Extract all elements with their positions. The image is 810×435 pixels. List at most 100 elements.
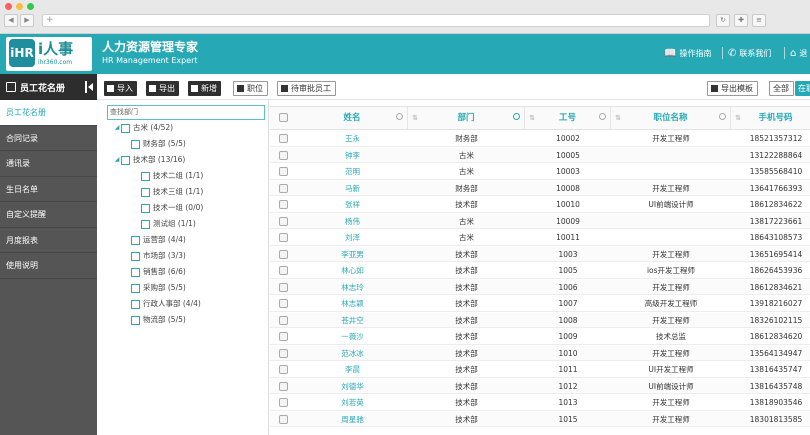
column-header-id[interactable]: ⇅ 工号 (525, 107, 611, 129)
cell-name[interactable]: 周星驰 (297, 412, 408, 427)
logo[interactable]: iHR i人事 ihr360.com (6, 37, 92, 71)
tree-node[interactable]: 物流部 (5/5) (123, 314, 186, 326)
column-header-name[interactable]: 姓名 (297, 107, 408, 129)
cell-name[interactable]: 范明 (297, 164, 408, 179)
search-icon[interactable] (513, 113, 520, 120)
tree-node-checkbox[interactable] (141, 219, 150, 229)
table-row[interactable]: 林志玲 技术部 1006 开发工程师 18612834621 (270, 279, 810, 296)
sidebar-item[interactable]: 使用说明 (0, 253, 97, 279)
position-button[interactable]: 职位 (233, 81, 268, 96)
table-row[interactable]: 刘德华 技术部 1012 UI前端设计师 13816435748 (270, 378, 810, 395)
bookmark-icon[interactable]: ✚ (734, 14, 748, 27)
row-checkbox[interactable] (279, 266, 288, 275)
sort-icon[interactable]: ⇅ (735, 114, 741, 122)
logout-link[interactable]: ⌂ 退 (790, 48, 807, 59)
cell-name[interactable]: 刘若英 (297, 395, 408, 410)
add-employee-button[interactable]: 新增 (188, 81, 221, 96)
row-checkbox[interactable] (279, 216, 288, 226)
cell-name[interactable]: 李晨 (297, 362, 408, 377)
table-row[interactable]: 李晨 技术部 1011 UI开发工程师 13816435747 (270, 362, 810, 378)
search-icon[interactable] (396, 113, 403, 120)
collapse-sidebar-icon[interactable] (85, 81, 93, 93)
row-checkbox[interactable] (279, 233, 288, 242)
column-header-dept[interactable]: ⇅ 部门 (408, 107, 525, 129)
new-tab-icon[interactable]: + (46, 15, 54, 26)
cell-name[interactable]: 张祥 (297, 197, 408, 212)
cell-name[interactable]: 林心如 (297, 263, 408, 278)
tree-node-checkbox[interactable] (121, 155, 130, 165)
tree-node[interactable]: 运营部 (4/4) (123, 234, 186, 246)
department-search-input[interactable]: 查找部门 (107, 105, 265, 120)
table-row[interactable]: 一薇沙 技术部 1009 技术总监 18612834620 (270, 329, 810, 345)
row-checkbox[interactable] (279, 282, 288, 292)
tree-node-checkbox[interactable] (131, 251, 140, 261)
table-row[interactable]: 林志颖 技术部 1007 高级开发工程师 13918216027 (270, 296, 810, 312)
cell-name[interactable]: 林志颖 (297, 296, 408, 311)
cell-name[interactable]: 刘泽 (297, 230, 408, 245)
row-checkbox[interactable] (279, 365, 288, 374)
cell-name[interactable]: 刘德华 (297, 379, 408, 394)
table-row[interactable]: 范明 古米 10003 13585568410 (270, 164, 810, 180)
cell-name[interactable]: 李亚男 (297, 247, 408, 262)
tree-node[interactable]: 销售部 (6/6) (123, 266, 186, 278)
row-checkbox[interactable] (279, 348, 288, 358)
tree-node[interactable]: 技术二组 (1/1) (133, 170, 203, 182)
maximize-window-button[interactable] (27, 3, 34, 10)
cell-name[interactable]: 苍井空 (297, 313, 408, 328)
cell-name[interactable]: 钟李 (297, 148, 408, 163)
back-button[interactable]: ◀ (4, 14, 18, 27)
cell-name[interactable]: 王永 (297, 131, 408, 146)
table-row[interactable]: 钟李 古米 10005 13122288864 (270, 147, 810, 164)
contact-link[interactable]: ✆ 联系我们 (728, 48, 771, 59)
pending-employees-button[interactable]: 待审批员工 (277, 81, 336, 96)
search-icon[interactable] (599, 113, 606, 120)
tree-node-checkbox[interactable] (121, 123, 130, 133)
table-row[interactable]: 范冰冰 技术部 1010 开发工程师 13564134947 (270, 345, 810, 362)
guide-link[interactable]: 📖 操作指南 (664, 48, 711, 59)
row-checkbox[interactable] (279, 200, 288, 209)
row-checkbox[interactable] (279, 315, 288, 325)
row-checkbox[interactable] (279, 167, 288, 176)
cell-name[interactable]: 杨伟 (297, 214, 408, 229)
tree-node[interactable]: 采购部 (5/5) (123, 282, 186, 294)
table-row[interactable]: 刘若英 技术部 1013 开发工程师 13818903546 (270, 395, 810, 411)
row-checkbox[interactable] (279, 299, 288, 308)
table-row[interactable]: 张祥 技术部 10010 UI前端设计师 18612834622 (270, 197, 810, 213)
expand-toggle-icon[interactable]: ◢ (113, 122, 121, 134)
cell-name[interactable]: 一薇沙 (297, 329, 408, 344)
export-button[interactable]: 导出 (146, 81, 179, 96)
sidebar-item[interactable]: 员工花名册 (0, 100, 97, 126)
column-header-phone[interactable]: ⇅ 手机号码 (731, 107, 810, 129)
row-checkbox[interactable] (279, 398, 288, 407)
sort-icon[interactable]: ⇅ (412, 114, 418, 122)
tree-node-checkbox[interactable] (131, 267, 140, 277)
tree-node[interactable]: 行政人事部 (4/4) (123, 298, 201, 310)
table-row[interactable]: 李亚男 技术部 1003 开发工程师 13651695414 (270, 246, 810, 263)
tree-node-checkbox[interactable] (131, 139, 140, 149)
tree-node[interactable]: ◢ 古米 (4/52) (113, 122, 173, 134)
forward-button[interactable]: ▶ (20, 14, 34, 27)
row-checkbox[interactable] (279, 183, 288, 193)
sidebar-item[interactable]: 月度报表 (0, 228, 97, 253)
filter-current-button[interactable]: 在职 (795, 81, 810, 96)
row-checkbox[interactable] (279, 381, 288, 391)
tree-node-checkbox[interactable] (131, 235, 140, 245)
sidebar-item[interactable]: 生日名单 (0, 177, 97, 202)
row-checkbox[interactable] (279, 249, 288, 259)
table-row[interactable]: 王永 财务部 10002 开发工程师 18521357312 (270, 131, 810, 147)
table-row[interactable]: 周星驰 技术部 1015 开发工程师 18301813585 (270, 411, 810, 428)
table-row[interactable]: 刘泽 古米 10011 18643108573 (270, 230, 810, 246)
close-window-button[interactable] (5, 3, 12, 10)
sidebar-item[interactable]: 通讯录 (0, 151, 97, 177)
table-row[interactable]: 杨伟 古米 10009 13817223661 (270, 213, 810, 230)
tree-node[interactable]: 财务部 (5/5) (123, 138, 186, 150)
tree-node[interactable]: 技术一组 (0/0) (133, 202, 203, 214)
row-checkbox[interactable] (279, 414, 288, 424)
column-header-title[interactable]: ⇅ 职位名称 (611, 107, 731, 129)
row-checkbox[interactable] (279, 150, 288, 160)
tree-node-checkbox[interactable] (141, 203, 150, 213)
sort-icon[interactable]: ⇅ (529, 114, 535, 122)
refresh-icon[interactable]: ↻ (716, 14, 730, 27)
address-bar[interactable]: + (42, 14, 710, 27)
tree-node-checkbox[interactable] (131, 283, 140, 293)
